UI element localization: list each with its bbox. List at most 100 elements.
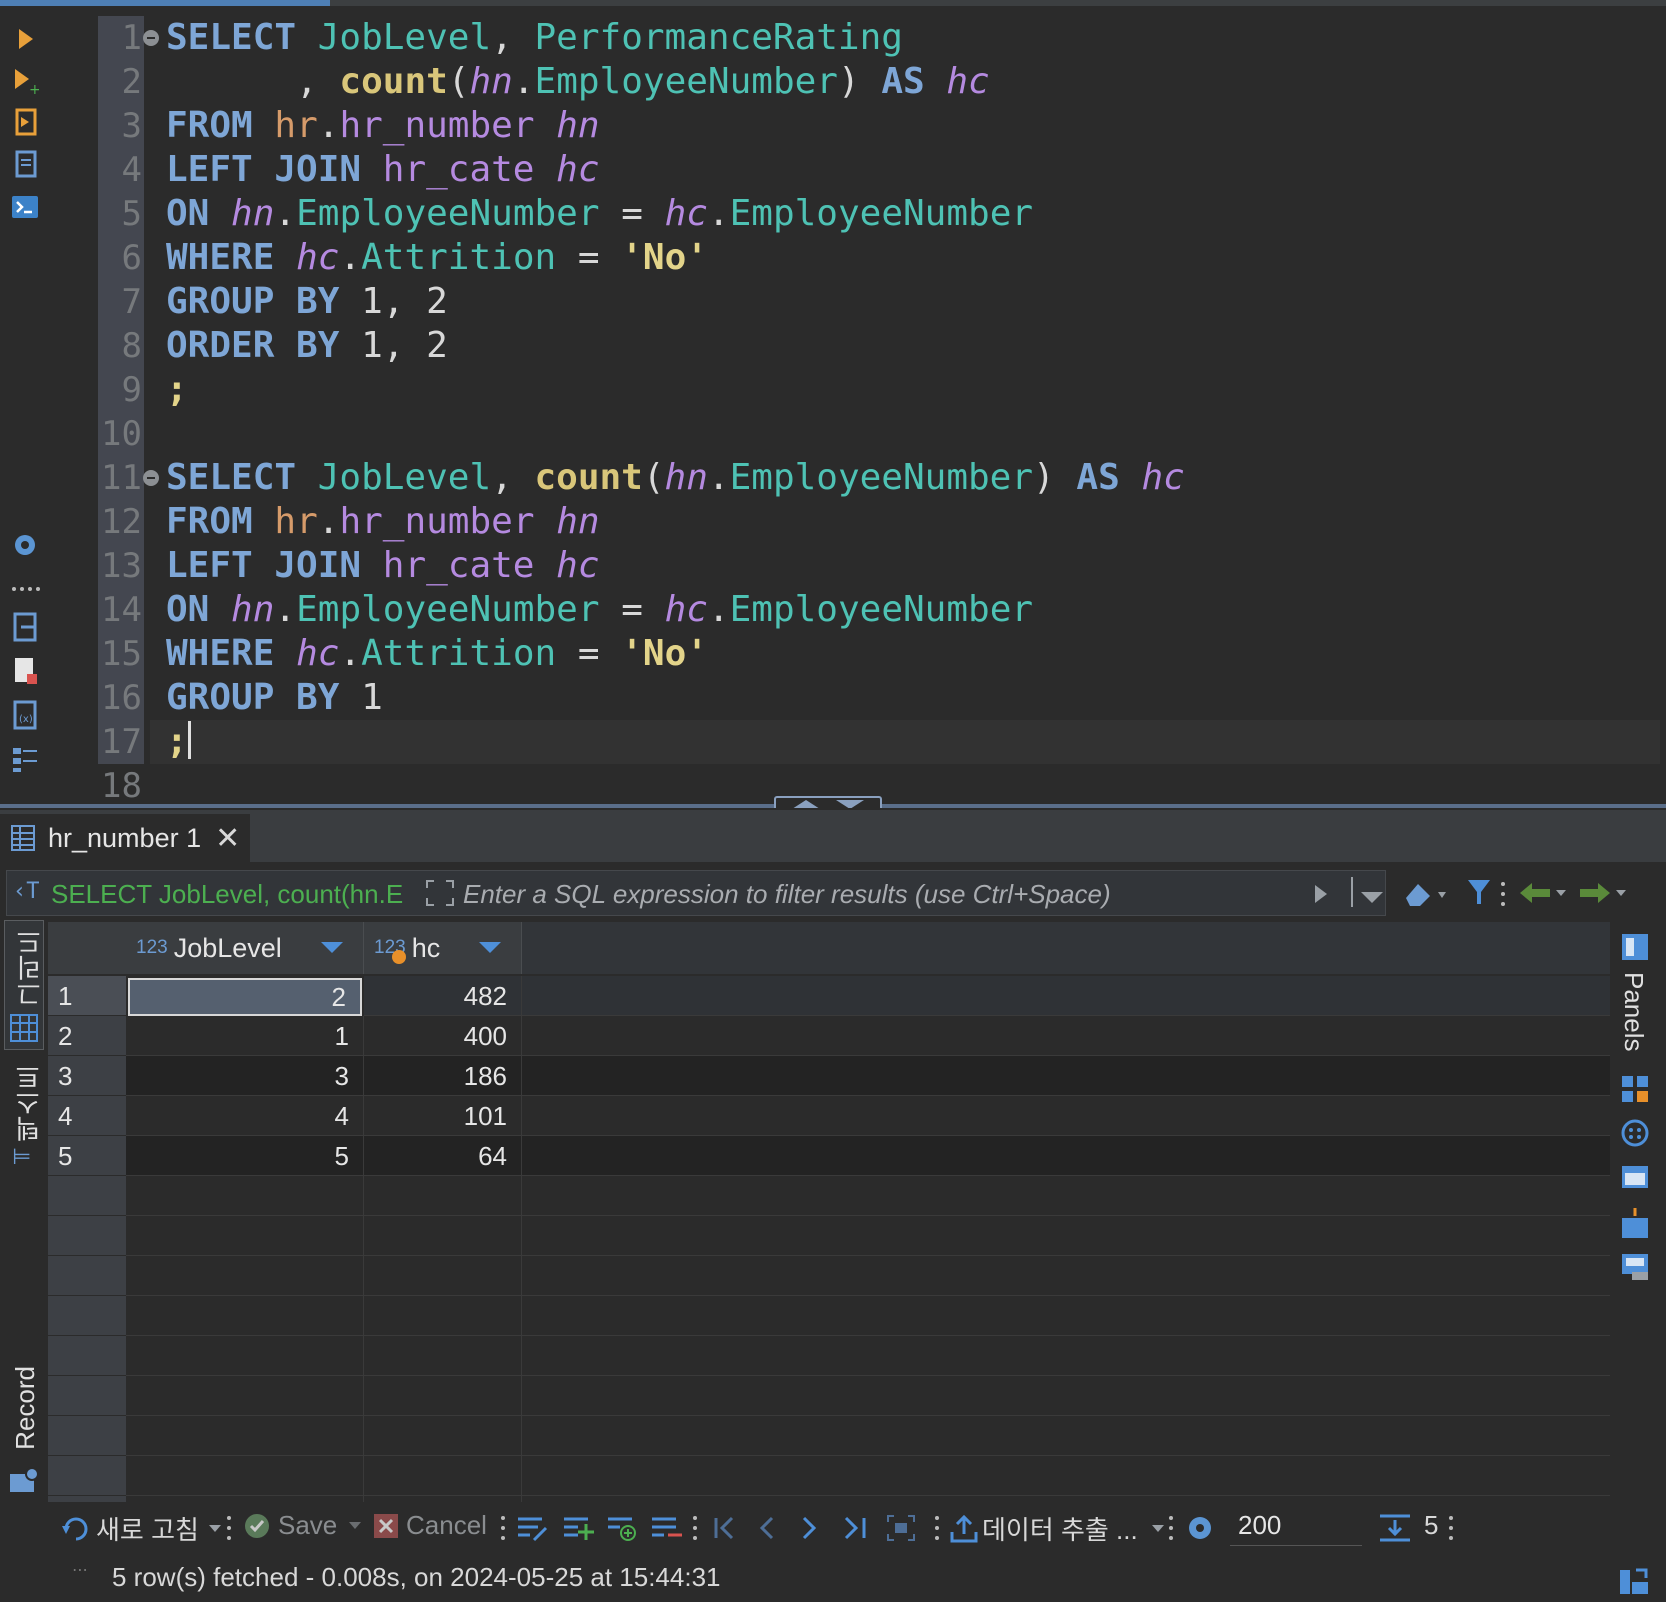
code-line[interactable]: GROUP BY 1, 2 [166,280,448,324]
line-number: 17 [101,722,142,762]
code-line[interactable]: LEFT JOIN hr_cate hc [166,544,600,588]
delete-row-icon[interactable] [650,1514,682,1546]
first-page-icon[interactable] [712,1514,738,1546]
code-line[interactable]: WHERE hc.Attrition = 'No' [166,236,708,280]
code-line[interactable]: ; [166,368,188,412]
execute-script-new-tab-icon[interactable] [8,148,42,182]
next-page-icon[interactable] [800,1514,820,1546]
aggregate-icon[interactable] [1620,1074,1650,1108]
copy-row-icon[interactable] [606,1514,638,1546]
code-line[interactable]: LEFT JOIN hr_cate hc [166,148,600,192]
tab-hr-number-1[interactable]: hr_number 1 ✕ [0,814,250,862]
back-arrow-icon[interactable] [1518,880,1568,910]
grid-view-tab[interactable]: 그리드 [4,920,45,1050]
more-icon[interactable] [8,572,42,606]
export-data-button[interactable]: 데이터 추출 ... [950,1510,1164,1547]
status-text: 5 row(s) fetched - 0.008s, on 2024-05-25… [112,1562,721,1592]
fold-toggle-icon[interactable] [143,30,159,46]
code-line[interactable]: FROM hr.hr_number hn [166,500,600,544]
table-cell[interactable]: 5 [126,1136,364,1176]
table-cell[interactable]: 186 [364,1056,522,1096]
active-query-label[interactable]: SELECT JobLevel, count(hn.E [51,879,411,910]
table-cell[interactable]: 1 [126,1016,364,1056]
code-line[interactable]: ORDER BY 1, 2 [166,324,448,368]
table-cell-selected[interactable]: 2 [128,978,362,1016]
code-line[interactable]: SELECT JobLevel, PerformanceRating [166,16,903,60]
previous-page-icon[interactable] [756,1514,776,1546]
export-dropdown-icon[interactable] [1151,1524,1164,1533]
filter-bar: ‹T SELECT JobLevel, count(hn.E Enter a S… [6,870,1386,916]
save-dropdown-icon[interactable] [349,1521,362,1530]
calendar-icon[interactable] [1620,1162,1650,1196]
save-button[interactable]: Save [242,1510,362,1541]
last-page-icon[interactable] [842,1514,868,1546]
row-count-value: 5 [1424,1510,1439,1540]
grouping-icon[interactable] [1620,1118,1650,1152]
filter-icon[interactable] [1466,878,1492,912]
text-view-tab[interactable]: 텍스트 ⊨ [4,1062,44,1182]
execute-statement-icon[interactable] [8,22,42,56]
column-header-joblevel[interactable]: 123 JobLevel [126,922,364,974]
code-line[interactable]: ON hn.EmployeeNumber = hc.EmployeeNumber [166,588,1033,632]
sort-dropdown-icon[interactable] [479,942,501,953]
row-number[interactable]: 4 [48,1096,126,1136]
table-cell[interactable]: 482 [364,976,522,1016]
outline-icon[interactable] [8,742,42,776]
refresh-button[interactable]: 새로 고침 [60,1510,221,1547]
row-number[interactable]: 1 [48,976,126,1016]
apply-filter-icon[interactable] [1313,883,1329,909]
table-cell[interactable]: 101 [364,1096,522,1136]
cancel-button[interactable]: Cancel [372,1510,487,1541]
code-line[interactable]: GROUP BY 1 [166,676,383,720]
column-header-hc[interactable]: 123 hc [364,922,522,974]
code-line[interactable]: ; [166,720,191,764]
export-file-icon[interactable] [8,610,42,644]
code-line[interactable]: WHERE hc.Attrition = 'No' [166,632,708,676]
code-line[interactable]: , count(hn.EmployeeNumber) AS hc [166,60,990,104]
current-line-highlight [150,720,1660,764]
table-alias: hn [556,105,600,146]
row-number[interactable]: 2 [48,1016,126,1056]
gear-icon[interactable] [1184,1512,1216,1548]
table-cell[interactable]: 3 [126,1056,364,1096]
code-line[interactable]: FROM hr.hr_number hn [166,104,600,148]
fetch-size-input[interactable] [1230,1506,1362,1546]
row-count-icon[interactable] [1378,1512,1412,1548]
column-name: EmployeeNumber [729,589,1034,630]
numeric-type-icon: 123 [136,937,168,958]
terminal-icon[interactable] [8,190,42,224]
more-vertical-icon[interactable] [1500,880,1506,912]
table-cell[interactable]: 4 [126,1096,364,1136]
layout-toggle-icon[interactable] [1618,1566,1650,1600]
fetch-all-icon[interactable] [886,1514,916,1546]
execute-in-new-tab-icon[interactable]: + [8,64,42,98]
eraser-icon[interactable] [1402,878,1446,912]
expand-icon[interactable] [425,879,455,907]
row-number[interactable]: 5 [48,1136,126,1176]
line-number: 18 [101,766,142,806]
panels-label[interactable]: Panels [1618,972,1649,1052]
compare-icon[interactable] [1620,1252,1650,1286]
panels-icon[interactable] [1620,932,1650,966]
code-line[interactable]: SELECT JobLevel, count(hn.EmployeeNumber… [166,456,1185,500]
sort-dropdown-icon[interactable] [321,942,343,953]
close-icon[interactable]: ✕ [215,821,240,856]
edit-row-icon[interactable] [516,1514,548,1546]
status-menu-icon[interactable]: ⋯ [72,1560,88,1579]
table-cell[interactable]: 400 [364,1016,522,1056]
table-cell[interactable]: 64 [364,1136,522,1176]
file-error-icon[interactable] [8,654,42,688]
record-view-tab[interactable]: Record [4,1360,44,1500]
gear-icon[interactable] [8,528,42,562]
code-line[interactable]: ON hn.EmployeeNumber = hc.EmployeeNumber [166,192,1033,236]
filter-history-chevron-icon[interactable] [1361,889,1383,908]
fold-toggle-icon[interactable] [143,470,159,486]
forward-arrow-icon[interactable] [1578,880,1628,910]
cancel-label: Cancel [406,1510,487,1540]
variables-icon[interactable]: (x) [8,698,42,732]
table-insert-icon[interactable] [1620,1208,1650,1244]
row-number[interactable]: 3 [48,1056,126,1096]
execute-script-icon[interactable] [8,106,42,140]
add-row-icon[interactable] [562,1514,594,1546]
refresh-dropdown-icon[interactable] [208,1524,221,1533]
